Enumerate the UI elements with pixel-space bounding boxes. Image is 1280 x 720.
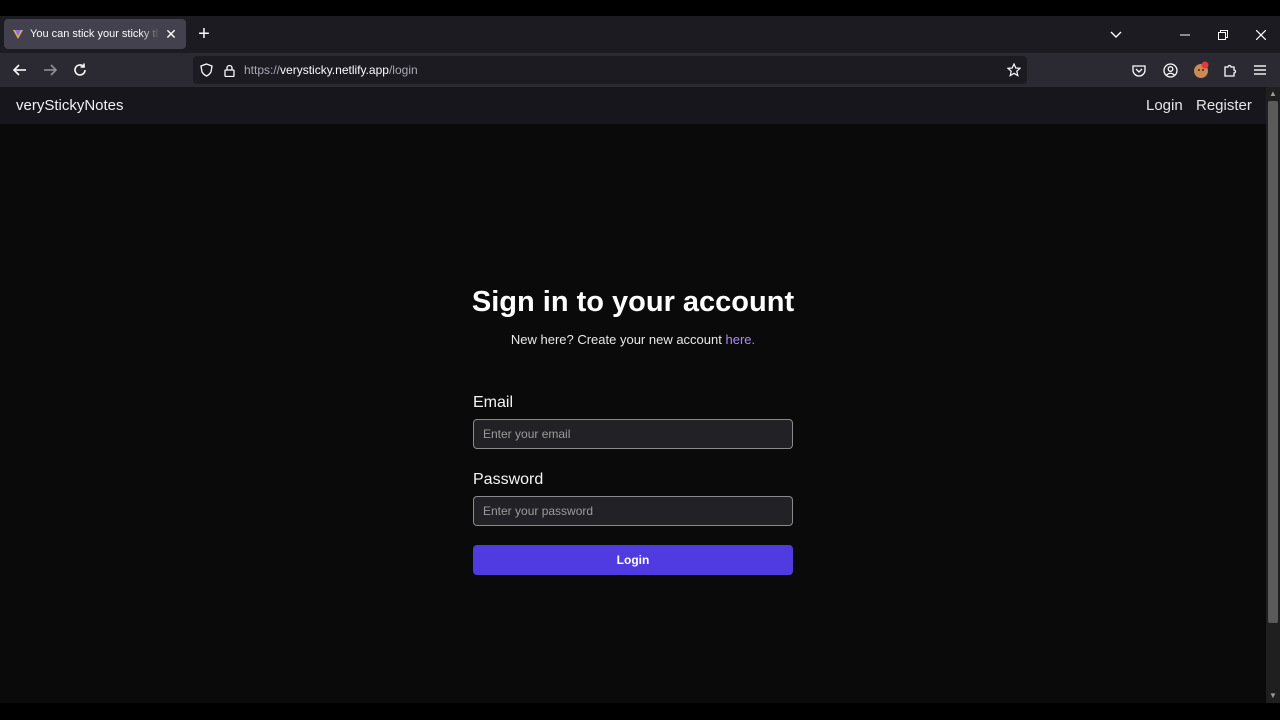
forward-arrow-icon[interactable]	[39, 59, 61, 81]
new-tab-button[interactable]: +	[195, 24, 213, 46]
back-arrow-icon[interactable]	[9, 59, 31, 81]
password-label: Password	[473, 471, 544, 488]
page-viewport: veryStickyNotes Login Register Sign in t…	[0, 87, 1266, 703]
tracking-shield-icon[interactable]	[198, 62, 214, 78]
browser-tab[interactable]: You can stick your sticky things here ✕	[4, 19, 186, 49]
signup-prompt-text: New here? Create your new account	[510, 332, 726, 347]
scroll-down-arrow-icon[interactable]: ▼	[1268, 691, 1278, 701]
restore-window-icon[interactable]	[1211, 25, 1235, 45]
brand-logo-link[interactable]: veryStickyNotes	[16, 97, 124, 114]
email-label: Email	[473, 394, 514, 411]
reload-icon[interactable]	[69, 59, 91, 81]
bottom-strip	[0, 703, 1280, 720]
app-menu-hamburger-icon[interactable]	[1249, 59, 1271, 81]
signup-prompt: New here? Create your new account here.	[0, 332, 1266, 347]
login-submit-button[interactable]: Login	[473, 545, 793, 575]
extensions-puzzle-icon[interactable]	[1219, 59, 1241, 81]
browser-nav-bar: https://verysticky.netlify.app/login	[0, 53, 1280, 87]
pocket-icon[interactable]	[1128, 59, 1150, 81]
url-host: verysticky.netlify.app	[280, 63, 389, 77]
password-input[interactable]	[473, 496, 793, 526]
scrollbar-thumb[interactable]	[1268, 101, 1278, 623]
signup-link[interactable]: here.	[725, 332, 755, 347]
email-input[interactable]	[473, 419, 793, 449]
scroll-up-arrow-icon[interactable]: ▲	[1268, 89, 1278, 99]
extension-avatar-icon[interactable]	[1190, 59, 1212, 81]
url-bar[interactable]: https://verysticky.netlify.app/login	[193, 56, 1027, 84]
lock-icon[interactable]	[221, 62, 237, 78]
page-scrollbar[interactable]: ▲ ▼	[1266, 87, 1280, 703]
header-login-link[interactable]: Login	[1146, 97, 1183, 114]
tab-list-chevron-down-icon[interactable]	[1104, 25, 1128, 45]
browser-tab-bar: You can stick your sticky things here ✕ …	[0, 16, 1280, 53]
header-register-link[interactable]: Register	[1196, 97, 1252, 114]
url-path: /login	[388, 63, 418, 77]
site-header: veryStickyNotes Login Register	[0, 87, 1266, 124]
close-window-icon[interactable]	[1249, 25, 1273, 45]
tab-close-icon[interactable]: ✕	[164, 26, 178, 43]
page-title: Sign in to your account	[471, 286, 795, 318]
url-scheme: https://	[244, 63, 281, 77]
minimize-window-icon[interactable]	[1173, 25, 1197, 45]
site-favicon-icon	[13, 30, 23, 39]
bookmark-star-icon[interactable]	[1006, 62, 1022, 78]
url-text[interactable]: https://verysticky.netlify.app/login	[244, 63, 418, 77]
account-icon[interactable]	[1159, 59, 1181, 81]
tab-title: You can stick your sticky things here	[30, 28, 160, 40]
top-strip	[0, 0, 1280, 16]
